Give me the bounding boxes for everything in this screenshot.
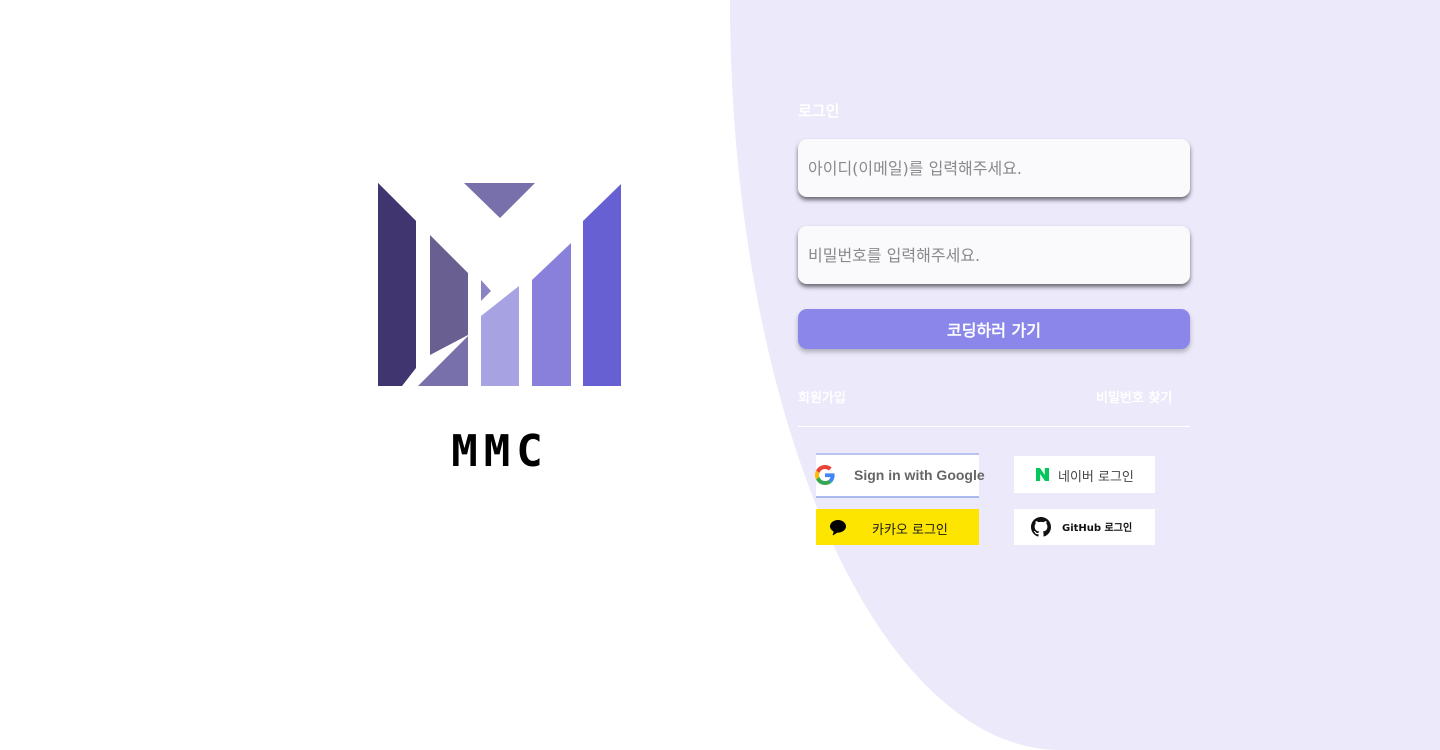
- github-login-button[interactable]: GitHub 로그인: [1014, 509, 1155, 545]
- password-input[interactable]: [798, 226, 1190, 284]
- google-login-label: Sign in with Google: [854, 467, 985, 483]
- divider: [798, 426, 1190, 427]
- kakao-icon: [830, 520, 846, 536]
- kakao-login-button[interactable]: 카카오 로그인: [816, 509, 979, 545]
- naver-login-label: 네이버 로그인: [1058, 470, 1134, 485]
- signup-link[interactable]: 회원가입: [798, 387, 846, 406]
- google-login-button[interactable]: Sign in with Google: [815, 453, 985, 498]
- login-submit-button[interactable]: 코딩하러 가기: [798, 309, 1190, 349]
- id-input[interactable]: [798, 139, 1190, 197]
- github-icon: [1031, 517, 1051, 537]
- brand-name: MMC: [451, 426, 549, 477]
- naver-login-button[interactable]: 네이버 로그인: [1014, 456, 1155, 493]
- login-page: MMC 로그인 코딩하러 가기 회원가입 비밀번호 찾기 Sign in wit…: [0, 0, 1440, 750]
- kakao-login-label: 카카오 로그인: [872, 523, 948, 538]
- google-icon: [815, 465, 835, 485]
- login-title: 로그인: [798, 102, 840, 120]
- find-password-link[interactable]: 비밀번호 찾기: [1096, 387, 1172, 406]
- mmc-logo-icon: [378, 183, 621, 386]
- github-login-label: GitHub 로그인: [1062, 523, 1133, 534]
- naver-icon: [1036, 468, 1049, 481]
